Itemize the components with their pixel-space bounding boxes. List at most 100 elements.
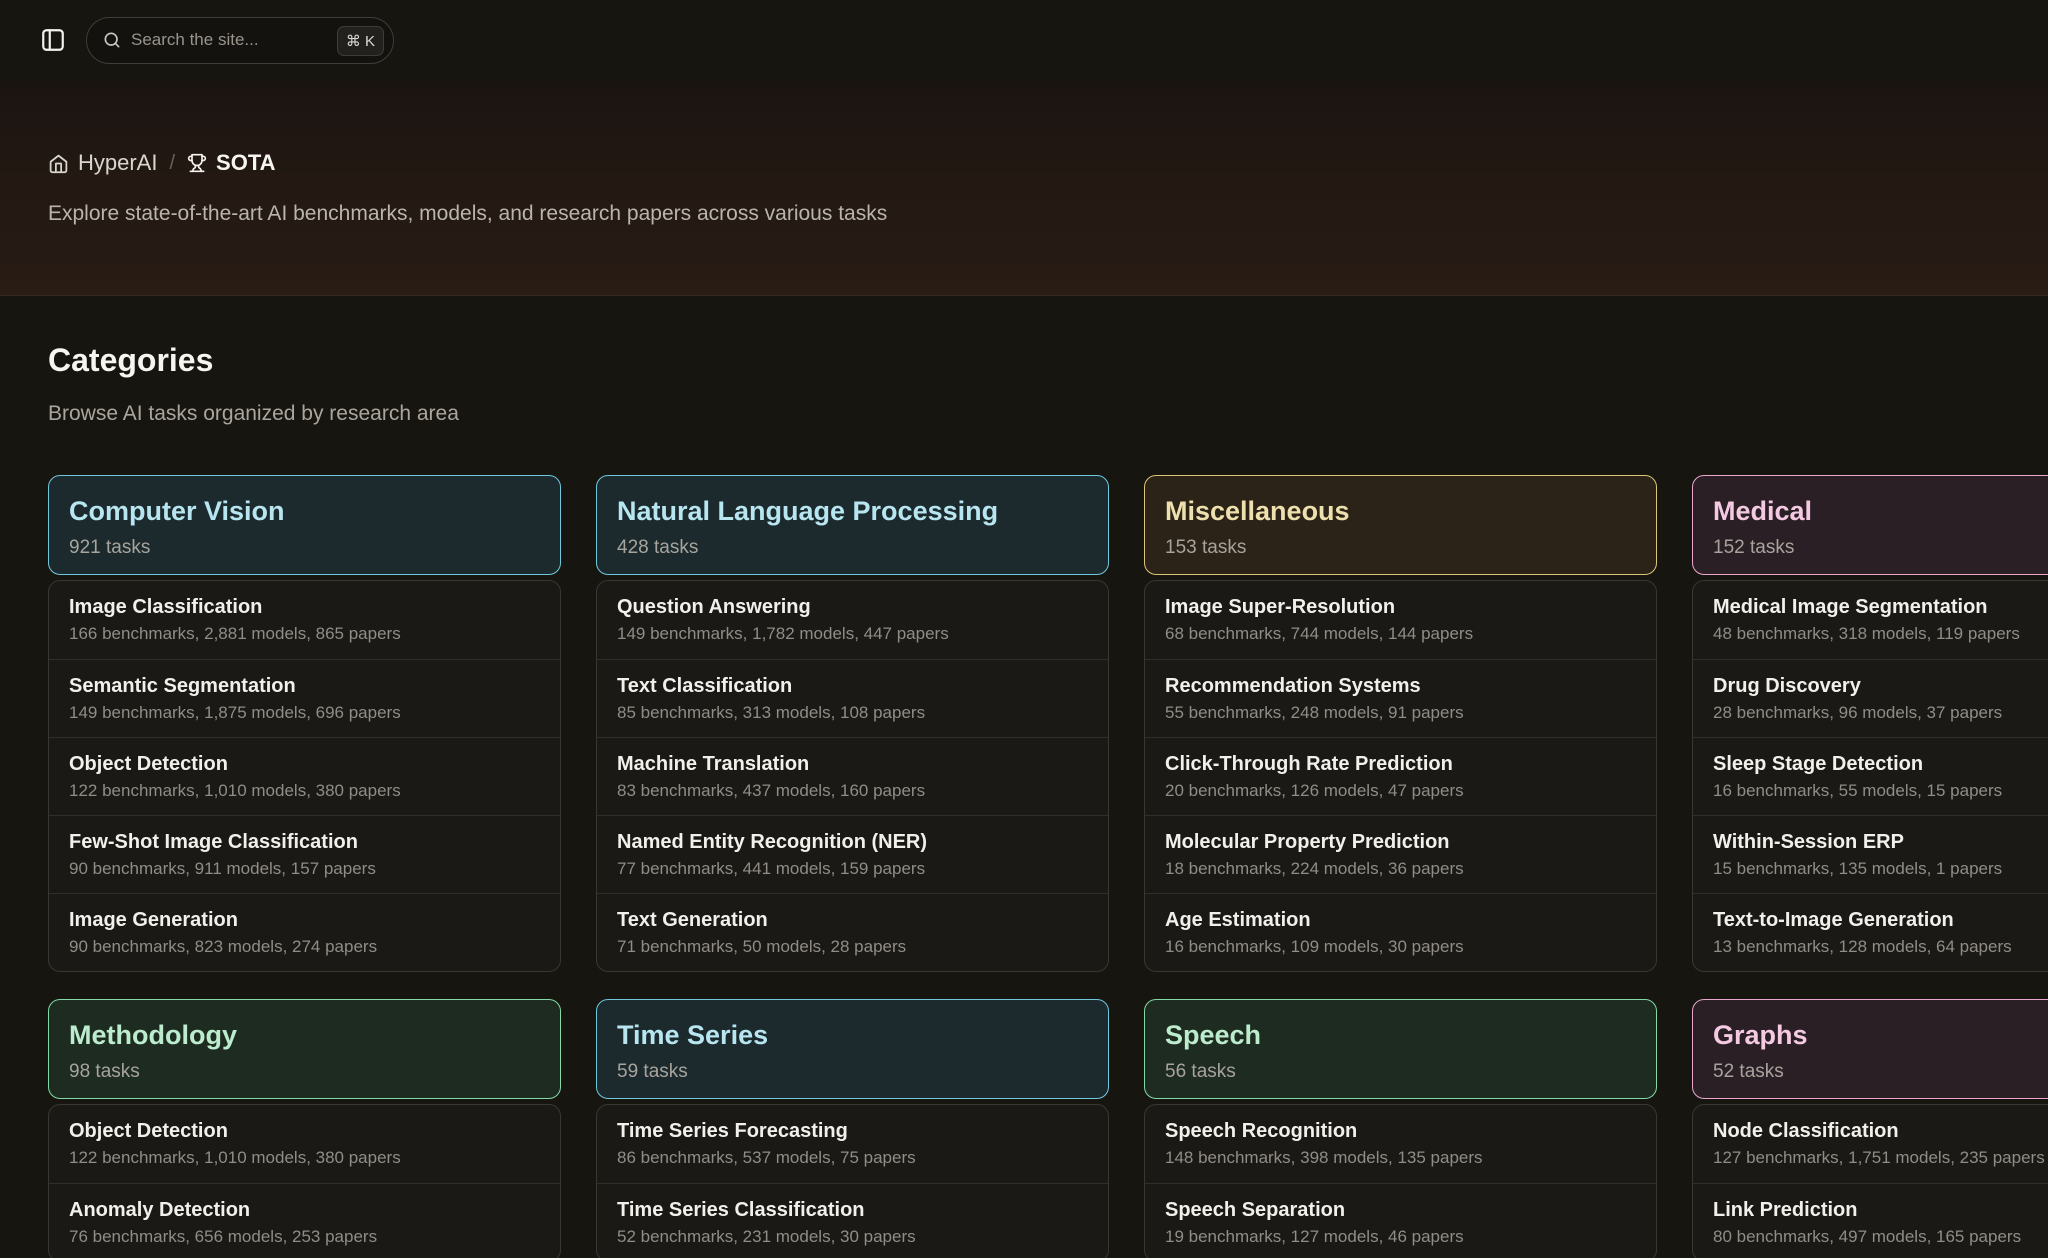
- task-list: Medical Image Segmentation 48 benchmarks…: [1692, 580, 2048, 972]
- task-title: Named Entity Recognition (NER): [617, 829, 1088, 856]
- task-meta: 149 benchmarks, 1,782 models, 447 papers: [617, 622, 1088, 646]
- category-title: Natural Language Processing: [617, 495, 1088, 528]
- task-list: Speech Recognition 148 benchmarks, 398 m…: [1144, 1104, 1657, 1258]
- task-list-item[interactable]: Image Classification 166 benchmarks, 2,8…: [49, 581, 560, 659]
- task-title: Drug Discovery: [1713, 673, 2048, 700]
- task-list-item[interactable]: Anomaly Detection 76 benchmarks, 656 mod…: [49, 1183, 560, 1258]
- task-list-item[interactable]: Text-to-Image Generation 13 benchmarks, …: [1693, 893, 2048, 971]
- task-meta: 148 benchmarks, 398 models, 135 papers: [1165, 1146, 1636, 1170]
- category-card[interactable]: Medical 152 tasks: [1692, 475, 2048, 575]
- task-list-item[interactable]: Sleep Stage Detection 16 benchmarks, 55 …: [1693, 737, 2048, 815]
- category-card[interactable]: Graphs 52 tasks: [1692, 999, 2048, 1099]
- task-list-item[interactable]: Semantic Segmentation 149 benchmarks, 1,…: [49, 659, 560, 737]
- category-cell: Methodology 98 tasks Object Detection 12…: [48, 999, 561, 1258]
- task-list: Image Super-Resolution 68 benchmarks, 74…: [1144, 580, 1657, 972]
- site-search[interactable]: ⌘ K: [86, 17, 394, 64]
- task-title: Click-Through Rate Prediction: [1165, 751, 1636, 778]
- task-list-item[interactable]: Text Classification 85 benchmarks, 313 m…: [597, 659, 1108, 737]
- task-meta: 55 benchmarks, 248 models, 91 papers: [1165, 701, 1636, 725]
- main-content: Categories Browse AI tasks organized by …: [0, 296, 2048, 1258]
- category-card[interactable]: Computer Vision 921 tasks: [48, 475, 561, 575]
- task-list-item[interactable]: Molecular Property Prediction 18 benchma…: [1145, 815, 1656, 893]
- breadcrumb-separator: /: [169, 152, 175, 175]
- task-meta: 122 benchmarks, 1,010 models, 380 papers: [69, 1146, 540, 1170]
- category-title: Miscellaneous: [1165, 495, 1636, 528]
- task-title: Node Classification: [1713, 1118, 2048, 1145]
- task-list-item[interactable]: Within-Session ERP 15 benchmarks, 135 mo…: [1693, 815, 2048, 893]
- categories-subtitle: Browse AI tasks organized by research ar…: [48, 400, 2048, 428]
- task-title: Image Super-Resolution: [1165, 594, 1636, 621]
- task-list: Node Classification 127 benchmarks, 1,75…: [1692, 1104, 2048, 1258]
- task-list-item[interactable]: Time Series Forecasting 86 benchmarks, 5…: [597, 1105, 1108, 1183]
- task-title: Semantic Segmentation: [69, 673, 540, 700]
- task-list-item[interactable]: Link Prediction 80 benchmarks, 497 model…: [1693, 1183, 2048, 1258]
- task-list-item[interactable]: Time Series Classification 52 benchmarks…: [597, 1183, 1108, 1258]
- task-list-item[interactable]: Medical Image Segmentation 48 benchmarks…: [1693, 581, 2048, 659]
- category-title: Time Series: [617, 1019, 1088, 1052]
- task-list: Image Classification 166 benchmarks, 2,8…: [48, 580, 561, 972]
- category-task-count: 152 tasks: [1713, 537, 2048, 559]
- task-list-item[interactable]: Named Entity Recognition (NER) 77 benchm…: [597, 815, 1108, 893]
- task-list-item[interactable]: Speech Separation 19 benchmarks, 127 mod…: [1145, 1183, 1656, 1258]
- category-task-count: 921 tasks: [69, 537, 540, 559]
- task-list-item[interactable]: Drug Discovery 28 benchmarks, 96 models,…: [1693, 659, 2048, 737]
- task-title: Anomaly Detection: [69, 1197, 540, 1224]
- task-meta: 71 benchmarks, 50 models, 28 papers: [617, 935, 1088, 959]
- task-list-item[interactable]: Object Detection 122 benchmarks, 1,010 m…: [49, 737, 560, 815]
- task-meta: 77 benchmarks, 441 models, 159 papers: [617, 857, 1088, 881]
- category-title: Speech: [1165, 1019, 1636, 1052]
- task-list-item[interactable]: Speech Recognition 148 benchmarks, 398 m…: [1145, 1105, 1656, 1183]
- task-list-item[interactable]: Image Super-Resolution 68 benchmarks, 74…: [1145, 581, 1656, 659]
- task-meta: 122 benchmarks, 1,010 models, 380 papers: [69, 779, 540, 803]
- category-task-count: 153 tasks: [1165, 537, 1636, 559]
- task-list-item[interactable]: Image Generation 90 benchmarks, 823 mode…: [49, 893, 560, 971]
- category-card[interactable]: Natural Language Processing 428 tasks: [596, 475, 1109, 575]
- task-list-item[interactable]: Machine Translation 83 benchmarks, 437 m…: [597, 737, 1108, 815]
- breadcrumb: HyperAI / SOTA: [48, 150, 2000, 176]
- task-title: Image Generation: [69, 907, 540, 934]
- task-meta: 48 benchmarks, 318 models, 119 papers: [1713, 622, 2048, 646]
- category-cell: Computer Vision 921 tasks Image Classifi…: [48, 475, 561, 972]
- task-list-item[interactable]: Node Classification 127 benchmarks, 1,75…: [1693, 1105, 2048, 1183]
- task-meta: 19 benchmarks, 127 models, 46 papers: [1165, 1225, 1636, 1249]
- task-meta: 86 benchmarks, 537 models, 75 papers: [617, 1146, 1088, 1170]
- task-meta: 149 benchmarks, 1,875 models, 696 papers: [69, 701, 540, 725]
- task-list: Question Answering 149 benchmarks, 1,782…: [596, 580, 1109, 972]
- task-title: Link Prediction: [1713, 1197, 2048, 1224]
- category-card[interactable]: Speech 56 tasks: [1144, 999, 1657, 1099]
- task-list-item[interactable]: Recommendation Systems 55 benchmarks, 24…: [1145, 659, 1656, 737]
- task-list-item[interactable]: Click-Through Rate Prediction 20 benchma…: [1145, 737, 1656, 815]
- task-meta: 16 benchmarks, 55 models, 15 papers: [1713, 779, 2048, 803]
- task-meta: 68 benchmarks, 744 models, 144 papers: [1165, 622, 1636, 646]
- breadcrumb-current: SOTA: [187, 150, 275, 176]
- task-title: Object Detection: [69, 1118, 540, 1145]
- task-title: Molecular Property Prediction: [1165, 829, 1636, 856]
- category-cell: Miscellaneous 153 tasks Image Super-Reso…: [1144, 475, 1657, 972]
- category-card[interactable]: Time Series 59 tasks: [596, 999, 1109, 1099]
- task-title: Image Classification: [69, 594, 540, 621]
- task-meta: 80 benchmarks, 497 models, 165 papers: [1713, 1225, 2048, 1249]
- search-input[interactable]: [131, 30, 333, 50]
- task-list-item[interactable]: Age Estimation 16 benchmarks, 109 models…: [1145, 893, 1656, 971]
- page-description: Explore state-of-the-art AI benchmarks, …: [48, 202, 2000, 226]
- task-list-item[interactable]: Text Generation 71 benchmarks, 50 models…: [597, 893, 1108, 971]
- task-list-item[interactable]: Few-Shot Image Classification 90 benchma…: [49, 815, 560, 893]
- task-meta: 83 benchmarks, 437 models, 160 papers: [617, 779, 1088, 803]
- breadcrumb-page-label: SOTA: [216, 150, 275, 176]
- category-cell: Speech 56 tasks Speech Recognition 148 b…: [1144, 999, 1657, 1258]
- categories-title: Categories: [48, 340, 2048, 380]
- task-meta: 20 benchmarks, 126 models, 47 papers: [1165, 779, 1636, 803]
- task-title: Question Answering: [617, 594, 1088, 621]
- task-meta: 90 benchmarks, 911 models, 157 papers: [69, 857, 540, 881]
- task-list-item[interactable]: Question Answering 149 benchmarks, 1,782…: [597, 581, 1108, 659]
- category-task-count: 428 tasks: [617, 537, 1088, 559]
- category-card[interactable]: Miscellaneous 153 tasks: [1144, 475, 1657, 575]
- breadcrumb-home-link[interactable]: HyperAI: [48, 150, 157, 176]
- category-cell: Medical 152 tasks Medical Image Segmenta…: [1692, 475, 2048, 972]
- topbar: ⌘ K: [0, 0, 2048, 80]
- sidebar-toggle-button[interactable]: [38, 25, 68, 55]
- search-icon: [102, 30, 122, 50]
- task-list-item[interactable]: Object Detection 122 benchmarks, 1,010 m…: [49, 1105, 560, 1183]
- category-card[interactable]: Methodology 98 tasks: [48, 999, 561, 1099]
- task-meta: 76 benchmarks, 656 models, 253 papers: [69, 1225, 540, 1249]
